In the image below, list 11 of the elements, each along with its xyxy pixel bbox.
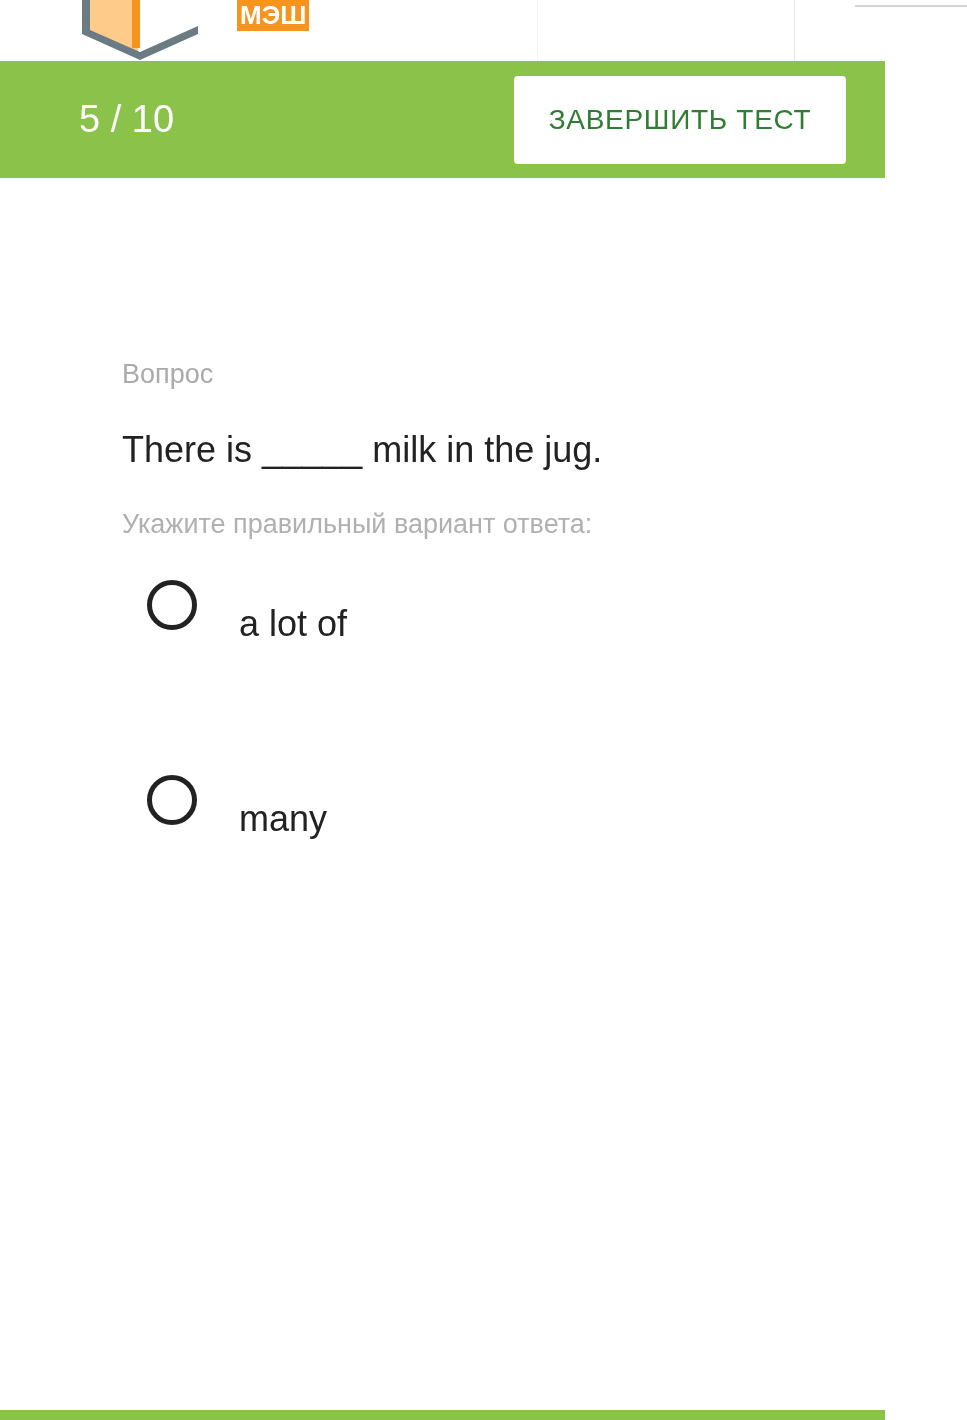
radio-button[interactable] <box>147 580 197 630</box>
instruction-text: Укажите правильный вариант ответа: <box>122 508 594 541</box>
radio-button[interactable] <box>147 775 197 825</box>
question-text: There is _____ milk in the jug. <box>122 428 604 472</box>
option-label: many <box>239 797 328 841</box>
progress-counter: 5 / 10 <box>79 97 175 142</box>
option-label: a lot of <box>239 602 348 646</box>
finish-test-button[interactable]: ЗАВЕРШИТЬ ТЕСТ <box>514 75 846 164</box>
cube-logo-icon <box>80 0 200 60</box>
logo-text: МЭШ <box>237 0 310 31</box>
question-caption: Вопрос <box>122 358 215 391</box>
